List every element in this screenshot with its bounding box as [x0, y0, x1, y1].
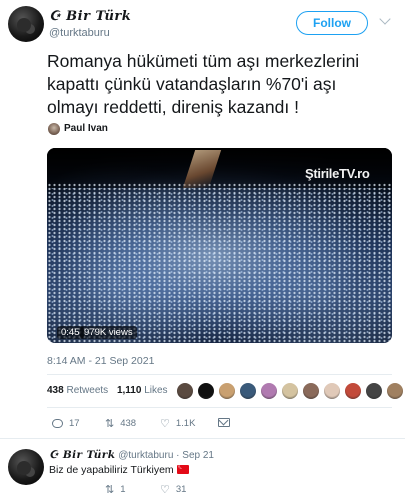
video-views: 979K views [80, 326, 137, 339]
reply-text-content: Biz de yapabiliriz Türkiyem [49, 464, 174, 476]
liker-avatar[interactable] [386, 382, 404, 400]
liker-avatar[interactable] [176, 382, 194, 400]
reply-icon [52, 419, 63, 428]
reply-handle[interactable]: @turktaburu [118, 450, 173, 461]
liker-avatars [176, 382, 405, 400]
divider [0, 438, 405, 439]
engagement-stats: 438 Retweets 1,110 Likes [47, 385, 168, 396]
liker-avatar[interactable] [365, 382, 383, 400]
retweet-action[interactable]: ⇅ 438 [105, 418, 136, 429]
mention-avatar[interactable] [48, 123, 60, 135]
like-count: 1.1K [175, 418, 196, 429]
video-media[interactable]: ŞtirileTV.ro [47, 148, 392, 343]
retweet-count: 438 [120, 418, 137, 429]
like-action[interactable]: ♡ 1.1K [160, 418, 195, 429]
divider [47, 407, 392, 408]
likes-count[interactable]: 1,110 [117, 385, 141, 396]
divider [47, 374, 392, 375]
mail-icon [218, 418, 230, 427]
reply-text: Biz de yapabiliriz Türkiyem [49, 462, 189, 476]
turkey-flag-icon [176, 462, 189, 474]
reply-time[interactable]: · Sep 21 [176, 450, 214, 461]
retweet-icon: ⇅ [105, 483, 115, 496]
likes-label[interactable]: Likes [144, 385, 167, 396]
video-watermark: ŞtirileTV.ro [305, 166, 370, 181]
tweet-timestamp[interactable]: 8:14 AM - 21 Sep 2021 [47, 355, 154, 367]
reply-action[interactable]: 17 [52, 418, 80, 429]
chevron-down-icon[interactable] [379, 13, 391, 25]
reply-retweet-count: 1 [120, 484, 126, 495]
liker-avatar[interactable] [281, 382, 299, 400]
reply-like-action[interactable]: ♡ 31 [160, 484, 186, 495]
watermark-prefix: ŞtirileTV [305, 166, 354, 181]
liker-avatar[interactable] [302, 382, 320, 400]
author-handle[interactable]: @turktaburu [49, 27, 110, 39]
reply-author-avatar[interactable] [8, 449, 44, 485]
retweets-label[interactable]: Retweets [66, 385, 108, 396]
heart-icon: ♡ [160, 483, 170, 496]
retweets-count[interactable]: 438 [47, 385, 64, 396]
liker-avatar[interactable] [260, 382, 278, 400]
direct-message-action[interactable] [218, 418, 236, 427]
mention-name[interactable]: Paul Ivan [64, 123, 108, 134]
reply-display-name[interactable]: ☪ Bir Türk [49, 449, 115, 461]
reply-header: ☪ Bir Türk @turktaburu · Sep 21 [49, 449, 214, 461]
liker-avatar[interactable] [218, 382, 236, 400]
retweet-icon: ⇅ [105, 417, 115, 430]
follow-button[interactable]: Follow [296, 11, 368, 35]
reply-retweet-action[interactable]: ⇅ 1 [105, 484, 126, 495]
video-crowd-lights-secondary [47, 188, 392, 343]
reply-count: 17 [69, 418, 80, 429]
liker-avatar[interactable] [323, 382, 341, 400]
liker-avatar[interactable] [344, 382, 362, 400]
tweet-text: Romanya hükümeti tüm aşı merkezlerini ka… [47, 51, 360, 117]
heart-icon: ♡ [160, 417, 170, 430]
liker-avatar[interactable] [239, 382, 257, 400]
reply-like-count: 31 [175, 484, 187, 495]
author-display-name[interactable]: ☪ Bir Türk [49, 9, 131, 24]
liker-avatar[interactable] [197, 382, 215, 400]
author-avatar[interactable] [8, 6, 44, 42]
watermark-suffix: .ro [353, 166, 370, 181]
